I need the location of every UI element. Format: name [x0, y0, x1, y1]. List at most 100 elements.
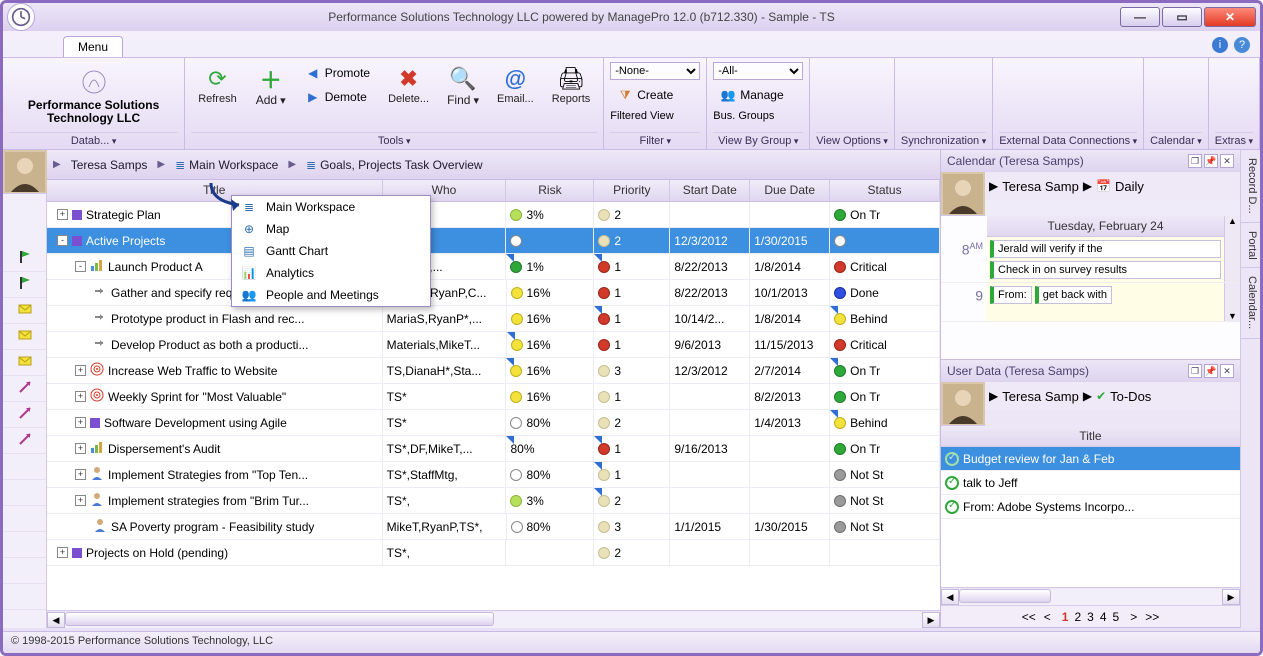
table-row[interactable]: +Implement strategies from "Brim Tur...T… — [47, 488, 940, 514]
refresh-button[interactable]: ⟳ Refresh — [191, 62, 244, 108]
maximize-button[interactable]: ▭ — [1162, 7, 1202, 27]
extdata-button[interactable]: External Data Connections — [999, 132, 1137, 147]
ud-nav-user[interactable]: Teresa Samp — [1002, 389, 1079, 404]
userdata-col-title[interactable]: Title — [941, 426, 1240, 447]
check-icon[interactable] — [945, 452, 959, 466]
table-row[interactable]: Prototype product in Flash and rec...Mar… — [47, 306, 940, 332]
table-row[interactable]: -Active Projects212/3/20121/30/2015 — [47, 228, 940, 254]
scroll-right-button[interactable]: ▶ — [922, 612, 940, 628]
calendar-day-header[interactable]: Tuesday, February 24 — [987, 216, 1224, 237]
table-row[interactable]: Develop Product as both a producti...Mat… — [47, 332, 940, 358]
pager-page[interactable]: 1 — [1062, 610, 1069, 624]
tree-toggle[interactable]: + — [75, 443, 86, 454]
calendar-appointment[interactable]: Check in on survey results — [990, 261, 1221, 279]
info-icon[interactable]: i — [1212, 37, 1228, 53]
tree-toggle[interactable]: - — [75, 261, 86, 272]
table-row[interactable]: Gather and specify requirementsDianaH,Ry… — [47, 280, 940, 306]
calendar-button[interactable]: Calendar — [1150, 132, 1202, 147]
find-button[interactable]: 🔍 Find ▾ — [440, 62, 486, 110]
col-due[interactable]: Due Date — [750, 180, 830, 201]
tree-toggle[interactable]: + — [75, 495, 86, 506]
table-row[interactable]: +Projects on Hold (pending)TS*,2 — [47, 540, 940, 566]
minimize-button[interactable]: — — [1120, 7, 1160, 27]
table-row[interactable]: +Software Development using AgileTS*80%2… — [47, 410, 940, 436]
dropdown-item[interactable]: ≣Main Workspace — [232, 196, 430, 218]
tree-toggle[interactable]: + — [75, 365, 86, 376]
dropdown-item[interactable]: ⊕Map — [232, 218, 430, 240]
col-start[interactable]: Start Date — [670, 180, 750, 201]
table-row[interactable]: +Increase Web Traffic to WebsiteTS,Diana… — [47, 358, 940, 384]
menu-tab[interactable]: Menu — [63, 36, 123, 57]
col-priority[interactable]: Priority — [594, 180, 670, 201]
pager-page[interactable]: 4 — [1100, 610, 1107, 624]
calendar-appointment[interactable]: Jerald will verify if the — [990, 240, 1221, 258]
delete-button[interactable]: ✖ Delete... — [381, 62, 436, 108]
pager-page[interactable]: 2 — [1074, 610, 1081, 624]
todo-row[interactable]: Budget review for Jan & Feb — [941, 447, 1240, 471]
help-icon[interactable]: ? — [1234, 37, 1250, 53]
pager-last[interactable]: >> — [1145, 610, 1159, 624]
pane-pin-icon[interactable]: 📌 — [1204, 364, 1218, 378]
pager-page[interactable]: 5 — [1113, 610, 1120, 624]
tree-toggle[interactable]: + — [75, 391, 86, 402]
table-row[interactable]: +Implement Strategies from "Top Ten...TS… — [47, 462, 940, 488]
view-options-button[interactable]: View Options — [816, 132, 888, 147]
scroll-left-button[interactable]: ◀ — [47, 612, 65, 628]
grid-hscroll[interactable]: ◀ ▶ — [47, 610, 940, 628]
groups-manage-button[interactable]: 👥Manage — [713, 84, 790, 106]
group-filter[interactable]: Filter — [610, 132, 700, 147]
tree-toggle[interactable]: + — [57, 547, 68, 558]
reports-button[interactable]: 🖨 Reports — [545, 62, 598, 108]
tree-toggle[interactable]: + — [57, 209, 68, 220]
tree-toggle[interactable]: + — [75, 469, 86, 480]
table-row[interactable]: SA Poverty program - Feasibility studyMi… — [47, 514, 940, 540]
extras-button[interactable]: Extras — [1215, 132, 1253, 147]
pager-first[interactable]: << — [1022, 610, 1036, 624]
dropdown-item[interactable]: 👥People and Meetings — [232, 284, 430, 306]
cal-scroll-down[interactable]: ▼ — [1224, 283, 1240, 321]
pager-prev[interactable]: < — [1044, 610, 1051, 624]
bc-sep[interactable]: ▶ — [53, 159, 61, 170]
sidetab-record[interactable]: Record D... — [1241, 150, 1260, 223]
table-row[interactable]: +Dispersement's AuditTS*,DF,MikeT,...80%… — [47, 436, 940, 462]
userdata-hscroll[interactable]: ◀ ▶ — [941, 587, 1240, 605]
cal-scroll-down[interactable] — [1224, 237, 1240, 282]
data-grid[interactable]: +Strategic Plan3%2On Tr-Active Projects2… — [47, 202, 940, 610]
groups-select[interactable]: -All- — [713, 62, 803, 80]
filter-create-button[interactable]: ⧩Create — [610, 84, 680, 106]
promote-button[interactable]: ◀Promote — [298, 62, 377, 84]
ud-nav-list[interactable]: To-Dos — [1110, 389, 1151, 404]
bc-user[interactable]: Teresa Samps — [67, 156, 152, 174]
dropdown-item[interactable]: ▤Gantt Chart — [232, 240, 430, 262]
pane-restore-icon[interactable]: ❐ — [1188, 364, 1202, 378]
demote-button[interactable]: ▶Demote — [298, 86, 377, 108]
filter-select[interactable]: -None- — [610, 62, 700, 80]
bc-page[interactable]: ≣Goals, Projects Task Overview — [302, 156, 487, 174]
calendar-appointment[interactable]: get back with — [1035, 286, 1112, 304]
bc-workspace[interactable]: ≣Main Workspace — [171, 156, 282, 174]
sync-button[interactable]: Synchronization — [901, 132, 986, 147]
check-icon[interactable] — [945, 500, 959, 514]
pane-close-icon[interactable]: ✕ — [1220, 154, 1234, 168]
pane-close-icon[interactable]: ✕ — [1220, 364, 1234, 378]
close-button[interactable]: ✕ — [1204, 7, 1256, 27]
sidetab-portal[interactable]: Portal — [1241, 223, 1260, 269]
user-avatar[interactable] — [3, 150, 47, 194]
calendar-appointment[interactable]: From: — [990, 286, 1032, 304]
pager-next[interactable]: > — [1130, 610, 1137, 624]
add-button[interactable]: ＋ Add ▾ — [248, 62, 294, 110]
sidetab-calendar[interactable]: Calendar... — [1241, 268, 1260, 338]
group-tools[interactable]: Tools — [191, 132, 597, 147]
todo-row[interactable]: talk to Jeff — [941, 471, 1240, 495]
pane-restore-icon[interactable]: ❐ — [1188, 154, 1202, 168]
table-row[interactable]: -Launch Product AMariaS*,...1%18/22/2013… — [47, 254, 940, 280]
todo-row[interactable]: From: Adobe Systems Incorpo... — [941, 495, 1240, 519]
check-icon[interactable] — [945, 476, 959, 490]
cal-nav-view[interactable]: Daily — [1115, 179, 1144, 194]
dropdown-item[interactable]: 📊Analytics — [232, 262, 430, 284]
col-risk[interactable]: Risk — [506, 180, 594, 201]
table-row[interactable]: +Strategic Plan3%2On Tr — [47, 202, 940, 228]
tree-toggle[interactable]: + — [75, 417, 86, 428]
pager-page[interactable]: 3 — [1087, 610, 1094, 624]
cal-nav-user[interactable]: Teresa Samp — [1002, 179, 1079, 194]
